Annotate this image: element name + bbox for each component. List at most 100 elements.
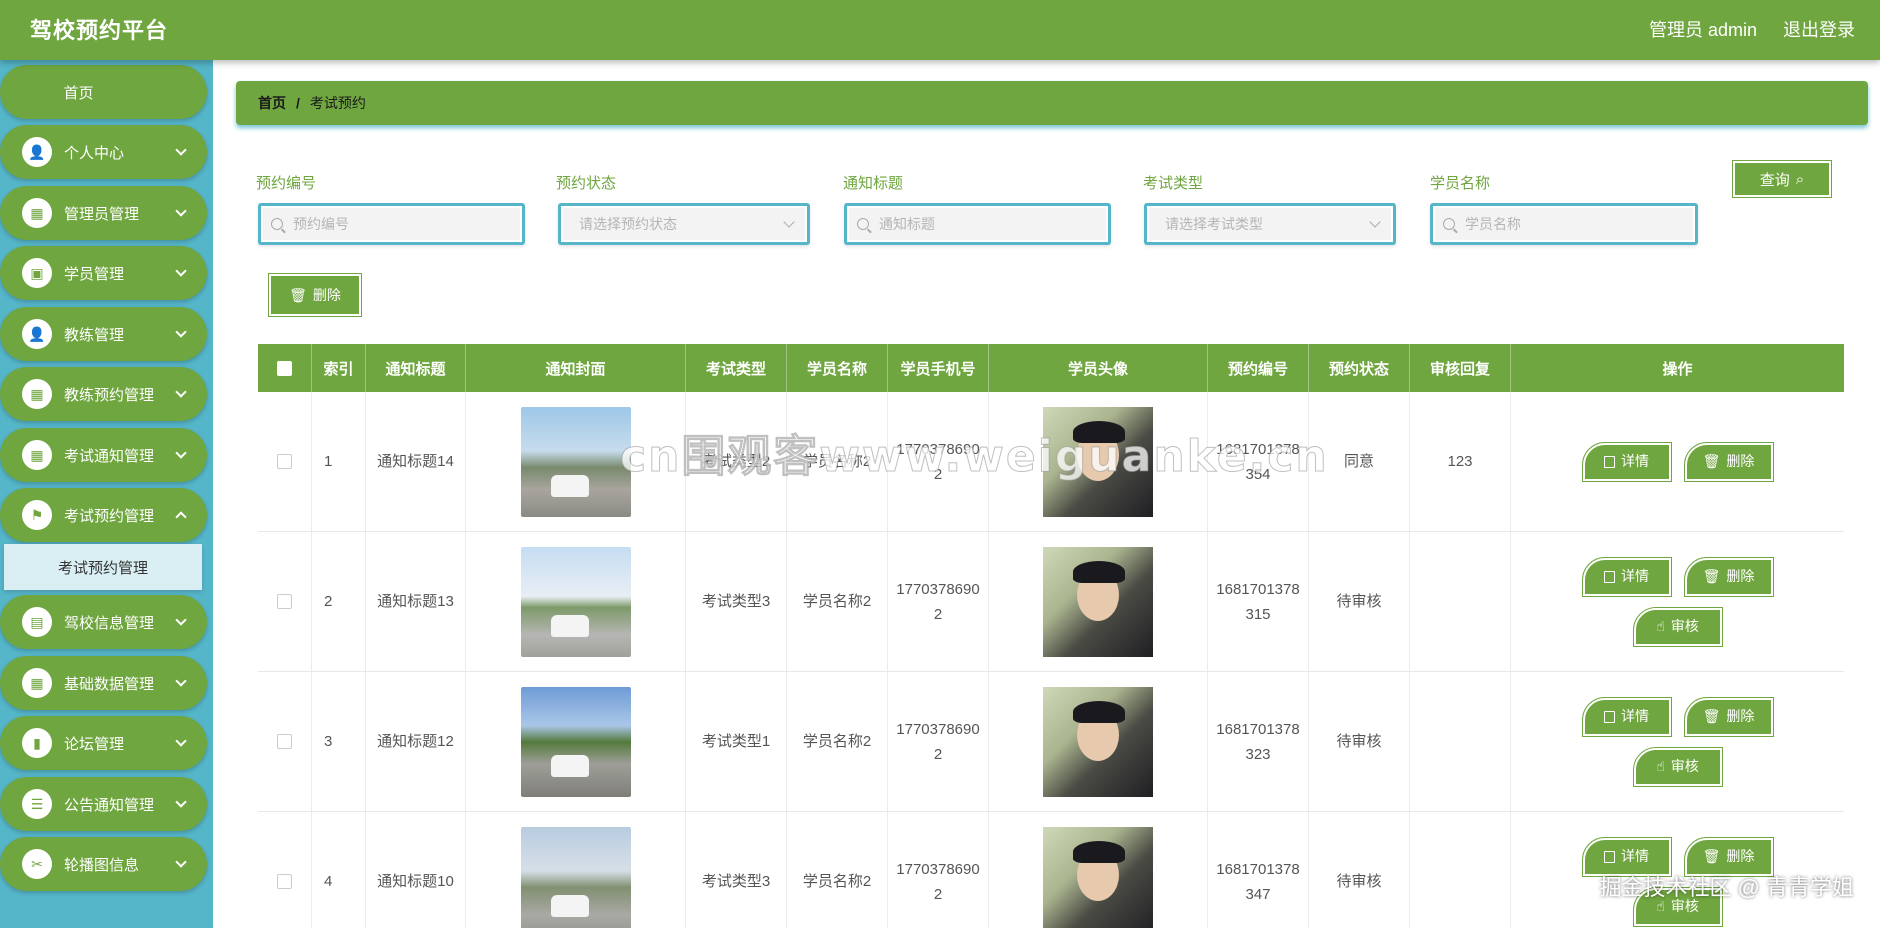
sidebar-item-home[interactable]: 首页: [0, 65, 207, 119]
booking-no-input[interactable]: [258, 203, 525, 245]
sidebar-item-exam-notice[interactable]: ▦ 考试通知管理: [0, 428, 207, 482]
sidebar-item-coach-booking[interactable]: ▦ 教练预约管理: [0, 367, 207, 421]
sidebar-item-label: 驾校信息管理: [64, 614, 155, 632]
delete-button[interactable]: 🗑 删除: [1683, 441, 1774, 482]
review-button[interactable]: ☝ 审核: [1632, 606, 1723, 647]
sidebar-item-coach-management[interactable]: 👤 教练管理: [0, 307, 207, 361]
header-actions: 管理员 admin 退出登录: [1649, 16, 1855, 42]
select-all-checkbox[interactable]: [277, 360, 292, 376]
document-icon: [1604, 570, 1615, 583]
breadcrumb-home[interactable]: 首页: [258, 93, 286, 113]
chevron-down-icon: [175, 796, 187, 808]
notice-cover-image: [520, 686, 631, 797]
detail-button[interactable]: 详情: [1581, 556, 1672, 597]
sidebar-item-basic-data[interactable]: ▦ 基础数据管理: [0, 656, 207, 710]
select-all-header: [258, 344, 312, 392]
review-label: 审核: [1670, 898, 1699, 914]
row-actions: 详情 🗑 删除 ☝ 审核: [1578, 836, 1778, 927]
trash-icon: 🗑: [1702, 453, 1721, 469]
delete-button[interactable]: 🗑 删除: [1683, 836, 1774, 877]
exam-type-select[interactable]: 请选择考试类型: [1144, 203, 1396, 245]
hand-pointer-icon: ☝: [1656, 618, 1665, 634]
student-name-input[interactable]: [1430, 203, 1698, 245]
sidebar-item-personal-center[interactable]: 👤 个人中心: [0, 125, 207, 179]
sidebar-item-announcement[interactable]: ☰ 公告通知管理: [0, 777, 207, 831]
row-checkbox[interactable]: [277, 454, 292, 469]
booking-status-select[interactable]: 请选择预约状态: [558, 203, 810, 245]
table-row: 1 通知标题14 考试类型2 学员名称2 17703786902 1681701…: [258, 392, 1844, 532]
cell-index: 2: [312, 532, 366, 671]
sidebar-item-label: 教练管理: [64, 326, 125, 344]
sidebar-item-forum[interactable]: ▮ 论坛管理: [0, 716, 207, 770]
chevron-down-icon: [175, 326, 187, 338]
current-user-label: 管理员 admin: [1648, 20, 1757, 40]
booking-status-label: 预约状态: [556, 175, 617, 192]
sidebar-item-label: 考试通知管理: [64, 447, 155, 465]
sidebar-item-student-management[interactable]: ▣ 学员管理: [0, 246, 207, 300]
detail-button[interactable]: 详情: [1581, 836, 1672, 877]
chevron-down-icon: [175, 144, 187, 156]
review-label: 审核: [1670, 758, 1699, 774]
cell-review-reply: [1410, 672, 1511, 811]
grid-icon: ▦: [22, 668, 52, 698]
review-button[interactable]: ☝ 审核: [1632, 886, 1723, 927]
query-button[interactable]: 查询 ⌕: [1732, 160, 1832, 198]
table-header: 索引 通知标题 通知封面 考试类型 学员名称 学员手机号 学员头像 预约编号 预…: [258, 344, 1844, 392]
chevron-down-icon: [175, 675, 187, 687]
row-checkbox[interactable]: [277, 874, 292, 889]
row-checkbox[interactable]: [277, 734, 292, 749]
cell-booking-no: 1681701378315: [1208, 532, 1309, 671]
delete-button[interactable]: 🗑 删除: [1683, 696, 1774, 737]
student-name-label: 学员名称: [1430, 175, 1491, 192]
cell-booking-no: 1681701378354: [1208, 392, 1309, 531]
student-name-field[interactable]: [1465, 216, 1675, 232]
detail-button[interactable]: 详情: [1581, 441, 1672, 482]
document-icon: [1604, 710, 1615, 723]
briefcase-icon: ▣: [22, 258, 52, 288]
trash-icon: 🗑: [289, 286, 307, 303]
col-student-avatar: 学员头像: [989, 344, 1208, 392]
booking-no-field[interactable]: [293, 216, 502, 232]
booking-no-label: 预约编号: [256, 175, 317, 192]
trash-icon: 🗑: [1702, 708, 1721, 724]
cell-student-name: 学员名称2: [787, 672, 888, 811]
row-checkbox[interactable]: [277, 594, 292, 609]
row-actions: 详情 🗑 删除 ☝ 审核: [1578, 696, 1778, 787]
row-select-cell: [258, 392, 312, 531]
row-actions: 详情 🗑 删除 ☝ 审核: [1578, 556, 1778, 647]
brand-title: 驾校预约平台: [30, 18, 169, 43]
chevron-down-icon: [783, 216, 795, 228]
booking-table: 索引 通知标题 通知封面 考试类型 学员名称 学员手机号 学员头像 预约编号 预…: [258, 344, 1844, 928]
cell-student-name: 学员名称2: [787, 392, 888, 531]
col-notice-cover: 通知封面: [466, 344, 686, 392]
cell-index: 1: [312, 392, 366, 531]
cell-notice-cover: [466, 812, 686, 928]
search-icon: [857, 218, 869, 230]
review-button[interactable]: ☝ 审核: [1632, 746, 1723, 787]
cell-review-reply: [1410, 812, 1511, 928]
cell-actions: 详情 🗑 删除: [1511, 392, 1844, 531]
detail-button[interactable]: 详情: [1581, 696, 1672, 737]
user-icon: 👤: [22, 319, 52, 349]
cell-exam-type: 考试类型1: [686, 672, 787, 811]
exam-type-placeholder: 请选择考试类型: [1165, 216, 1263, 232]
cell-student-avatar: [989, 812, 1208, 928]
list-icon: ☰: [22, 789, 52, 819]
sidebar-item-admin-management[interactable]: ▦ 管理员管理: [0, 186, 207, 240]
delete-button[interactable]: 🗑 删除: [1683, 556, 1774, 597]
sidebar-item-exam-booking[interactable]: ⚑ 考试预约管理: [0, 488, 207, 542]
notice-title-input[interactable]: [844, 203, 1111, 245]
flag-icon: ⚑: [22, 500, 52, 530]
delete-label: 删除: [1726, 708, 1755, 724]
batch-delete-button[interactable]: 🗑 删除: [268, 273, 362, 317]
review-label: 审核: [1670, 618, 1699, 634]
cell-exam-type: 考试类型3: [686, 532, 787, 671]
cell-index: 3: [312, 672, 366, 811]
cell-actions: 详情 🗑 删除 ☝ 审核: [1511, 812, 1844, 928]
sidebar-item-carousel[interactable]: ✂ 轮播图信息: [0, 837, 207, 891]
sidebar-item-school-info[interactable]: ▤ 驾校信息管理: [0, 595, 207, 649]
submenu-exam-booking-management[interactable]: 考试预约管理: [4, 544, 202, 590]
notice-title-field[interactable]: [879, 216, 1088, 232]
logout-link[interactable]: 退出登录: [1783, 16, 1855, 42]
sidebar-item-label: 首页: [63, 84, 94, 102]
